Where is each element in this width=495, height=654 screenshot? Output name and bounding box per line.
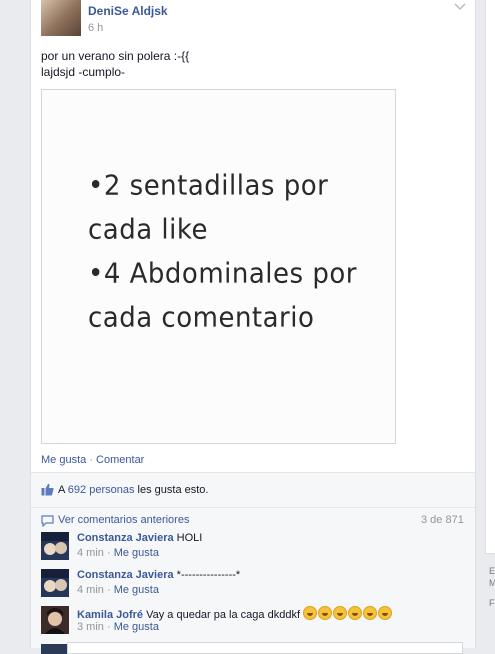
commenter-avatar[interactable] [41, 606, 69, 634]
comment-meta: 4 min · Me gusta [77, 584, 159, 596]
comment-link[interactable]: Comentar [96, 454, 144, 466]
comment-item: Constanza Javiera HOLI 4 min · Me gusta [41, 532, 461, 566]
photo-caption: •2 sentadillas por cada like •4 Abdomina… [88, 164, 388, 340]
commenter-name[interactable]: Constanza Javiera [77, 532, 174, 544]
right-column-panel [485, 0, 495, 554]
commenter-avatar[interactable] [41, 532, 69, 560]
comment-item: Kamila Jofré Vay a quedar pa la caga dkd… [41, 606, 461, 640]
comment-text: Vay a quedar pa la caga dkddkf [146, 609, 300, 621]
commenter-name[interactable]: Kamila Jofré [77, 609, 143, 621]
likes-text: A 692 personas les gusta esto. [58, 484, 208, 496]
chevron-down-icon[interactable] [454, 2, 466, 12]
laughing-emoji-icon [318, 606, 333, 620]
comment-time[interactable]: 4 min [77, 547, 104, 559]
comment-bubble-icon [41, 515, 54, 527]
comment-like-link[interactable]: Me gusta [114, 621, 159, 633]
separator: · [106, 547, 111, 559]
photo-caption-line: cada like [88, 214, 209, 246]
right-sidebar-letter: E [489, 566, 495, 576]
separator: · [106, 621, 111, 633]
comment-input[interactable] [67, 642, 463, 654]
likes-prefix: A [58, 484, 65, 496]
right-sidebar-letter: M [489, 578, 495, 588]
comments-section: Ver comentarios anteriores 3 de 871 Cons… [31, 508, 475, 654]
likes-suffix: les gusta esto. [137, 484, 209, 496]
post-text: por un verano sin polera :-{{ lajdsjd -c… [41, 48, 189, 80]
laughing-emoji-icon [363, 606, 378, 620]
comment-meta: 4 min · Me gusta [77, 547, 159, 559]
comment-like-link[interactable]: Me gusta [114, 584, 159, 596]
view-previous-comments-label[interactable]: Ver comentarios anteriores [58, 514, 189, 526]
like-link[interactable]: Me gusta [41, 454, 86, 466]
laughing-emoji-icon [378, 606, 393, 620]
likes-people-link[interactable]: 692 personas [68, 484, 135, 496]
comment-count: 3 de 871 [421, 514, 464, 526]
commenter-avatar[interactable] [41, 569, 69, 597]
comment-body: Kamila Jofré Vay a quedar pa la caga dkd… [77, 606, 393, 621]
post-actions: Me gusta · Comentar [41, 454, 144, 466]
right-sidebar-letter: F [489, 598, 495, 608]
author-name[interactable]: DeniSe Aldjsk [88, 4, 168, 18]
post-text-line: por un verano sin polera :-{{ [41, 49, 190, 63]
comment-text: HOLI [176, 532, 203, 544]
commenter-name[interactable]: Constanza Javiera [77, 569, 174, 581]
thumbs-up-icon [41, 483, 54, 496]
post-card: DeniSe Aldjsk 6 h por un verano sin pole… [30, 0, 476, 654]
comment-body: Constanza Javiera *---------------* [77, 569, 240, 581]
comment-text: *---------------* [176, 569, 241, 581]
photo-caption-line: cada comentario [88, 302, 315, 334]
likes-summary: A 692 personas les gusta esto. [31, 473, 475, 507]
post-photo[interactable]: •2 sentadillas por cada like •4 Abdomina… [41, 89, 396, 444]
laughing-emoji-icon [348, 606, 363, 620]
comment-time[interactable]: 3 min [77, 621, 104, 633]
separator: · [89, 454, 93, 466]
comment-item: Constanza Javiera *---------------* 4 mi… [41, 569, 461, 603]
comment-time[interactable]: 4 min [77, 584, 104, 596]
laughing-emoji-icon [303, 606, 318, 620]
separator: · [106, 584, 111, 596]
comment-like-link[interactable]: Me gusta [114, 547, 159, 559]
laughing-emoji-icon [333, 606, 348, 620]
photo-caption-line: •2 sentadillas por [88, 170, 329, 202]
comment-body: Constanza Javiera HOLI [77, 532, 202, 544]
post-text-line: lajdsjd -cumplo- [41, 65, 126, 79]
current-user-avatar [41, 644, 69, 654]
post-timestamp[interactable]: 6 h [88, 22, 103, 34]
comment-meta: 3 min · Me gusta [77, 621, 159, 633]
author-avatar[interactable] [41, 0, 81, 36]
photo-caption-line: •4 Abdominales por [88, 258, 357, 290]
